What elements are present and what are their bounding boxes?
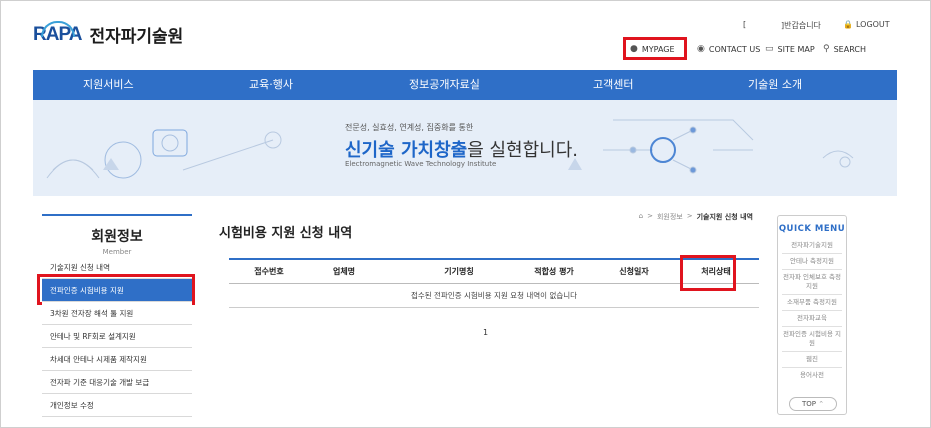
nav-item-about[interactable]: 기술원 소개: [748, 70, 802, 100]
logout-link[interactable]: 🔒 LOGOUT: [843, 20, 890, 29]
col-date: 신청일자: [619, 267, 649, 276]
sidebar-highlight-box: [37, 274, 195, 305]
sidebar-title: 회원정보: [91, 229, 143, 245]
chevron-up-icon: ⌃: [818, 400, 825, 408]
contact-label: CONTACT US: [708, 44, 761, 54]
sidebar-item-antenna-proto[interactable]: 차세대 안테나 시제품 제작지원: [42, 348, 192, 371]
status-highlight-box: [680, 255, 736, 291]
hero-banner: 전문성, 실효성, 연계성, 집중화를 통한 신기술 가치창출을 실현합니다. …: [33, 100, 897, 196]
top-button[interactable]: TOP ⌃: [789, 397, 837, 411]
sidebar-subtitle: Member: [102, 248, 132, 256]
sitemap-link[interactable]: ▭ SITE MAP: [765, 44, 815, 54]
quick-menu: QUICK MENU 전자파기술지원 안테나 측정지원 전자파 인체보호 측정지…: [777, 215, 847, 415]
logo-mark: RAPA: [33, 20, 82, 46]
quick-item-human-body[interactable]: 전자파 인체보호 측정지원: [782, 270, 842, 295]
quick-item-cert-cost[interactable]: 전파인증 시험비용 지원: [782, 327, 842, 352]
banner-headline-rest: 을 실현합니다.: [467, 140, 578, 161]
main-nav: 지원서비스 교육·행사 정보공개자료실 고객센터 기술원 소개: [33, 70, 897, 100]
logout-label: LOGOUT: [855, 20, 890, 29]
site-logo[interactable]: RAPA 전자파기술원: [33, 20, 184, 47]
search-link[interactable]: ⚲ SEARCH: [823, 44, 866, 54]
nav-item-customer[interactable]: 고객센터: [593, 70, 633, 100]
nav-item-info[interactable]: 정보공개자료실: [409, 70, 480, 100]
nav-item-education[interactable]: 교육·행사: [249, 70, 293, 100]
breadcrumb-sep-icon: >: [647, 212, 653, 220]
quick-item-materials[interactable]: 소재부품 측정지원: [782, 295, 842, 311]
sidebar-item-emf-standard[interactable]: 전자파 기준 대응기술 개발 보급: [42, 371, 192, 394]
monitor-icon: ▭: [765, 44, 774, 54]
quick-item-antenna[interactable]: 안테나 측정지원: [782, 254, 842, 270]
quick-item-webzine[interactable]: 웹진: [782, 352, 842, 368]
banner-headline-highlight: 신기술 가치창출: [345, 140, 468, 161]
nav-item-support[interactable]: 지원서비스: [83, 70, 134, 100]
breadcrumb: ⌂ > 회원정보 > 기술지원 신청 내역: [639, 212, 753, 222]
col-receipt-no: 접수번호: [254, 267, 284, 276]
banner-headline: 신기술 가치창출을 실현합니다.: [345, 136, 578, 162]
greeting-text: ]반갑습니다: [781, 21, 821, 30]
banner-line-3: Electromagnetic Wave Technology Institut…: [345, 160, 497, 168]
lock-icon: 🔒: [843, 20, 853, 29]
breadcrumb-item-2: 기술지원 신청 내역: [696, 213, 753, 221]
top-label: TOP: [801, 400, 816, 408]
col-device: 기기명칭: [444, 267, 474, 276]
sidebar-item-3d-tool[interactable]: 3차원 전자장 해석 툴 지원: [42, 302, 192, 325]
sitemap-label: SITE MAP: [777, 44, 815, 54]
banner-line-1: 전문성, 실효성, 연계성, 집중화를 통한: [345, 123, 474, 132]
sidebar-header: 회원정보 Member: [42, 214, 192, 262]
breadcrumb-item-1[interactable]: 회원정보: [657, 212, 683, 222]
page-number[interactable]: 1: [483, 328, 488, 337]
contact-link[interactable]: ◉ CONTACT US: [697, 44, 760, 54]
search-label: SEARCH: [833, 44, 866, 54]
logo-name: 전자파기술원: [89, 27, 184, 47]
col-conformity: 적합성 평가: [534, 267, 574, 276]
map-pin-icon: ◉: [697, 44, 705, 54]
user-name: [: [743, 20, 747, 29]
search-icon: ⚲: [823, 44, 830, 54]
quick-menu-title: QUICK MENU: [778, 224, 846, 234]
mypage-highlight-box: [623, 37, 687, 60]
home-icon[interactable]: ⌂: [639, 212, 643, 222]
sidebar-item-profile[interactable]: 개인정보 수정: [42, 394, 192, 417]
quick-item-glossary[interactable]: 용어사전: [782, 368, 842, 383]
breadcrumb-sep-icon: >: [686, 212, 693, 220]
sidebar-item-antenna-rf[interactable]: 안테나 및 RF회로 설계지원: [42, 325, 192, 348]
quick-item-education[interactable]: 전자파교육: [782, 311, 842, 327]
page-title: 시험비용 지원 신청 내역: [219, 226, 353, 241]
quick-item-emf-support[interactable]: 전자파기술지원: [782, 238, 842, 254]
col-company: 업체명: [332, 267, 356, 276]
